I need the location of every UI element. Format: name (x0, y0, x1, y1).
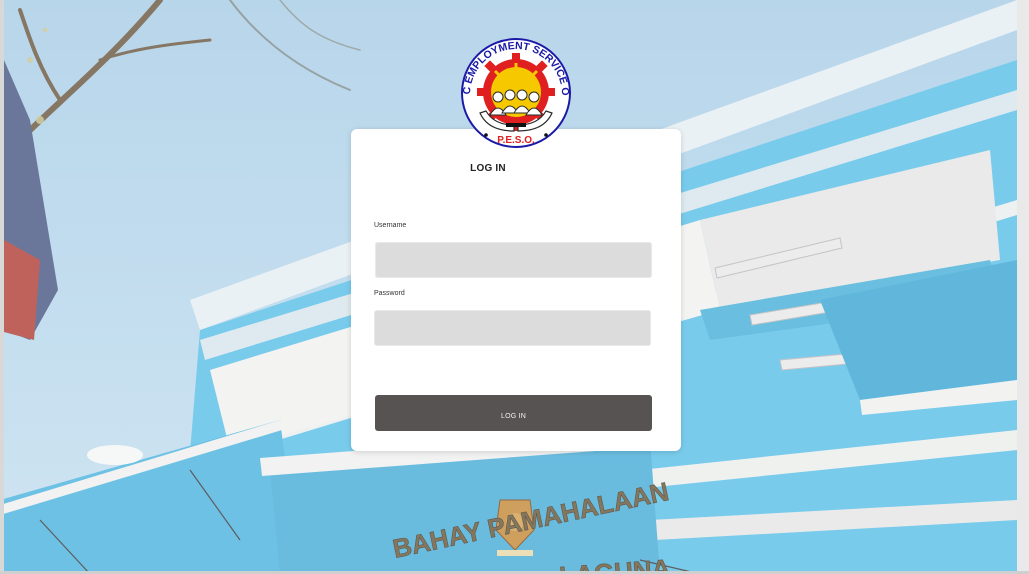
username-input[interactable] (375, 242, 652, 278)
password-label: Password (374, 290, 405, 297)
frame-left (0, 0, 4, 574)
login-card: LOG IN Username Password LOG IN (351, 129, 681, 451)
password-input[interactable] (374, 310, 651, 346)
frame-right (1017, 0, 1029, 574)
username-label: Username (374, 222, 407, 229)
peso-logo: PUBLIC EMPLOYMENT SERVICE OFFICE (458, 35, 571, 148)
login-button[interactable]: LOG IN (375, 395, 652, 431)
login-title: LOG IN (470, 163, 506, 174)
logo-acronym: P.E.S.O. (497, 135, 535, 146)
